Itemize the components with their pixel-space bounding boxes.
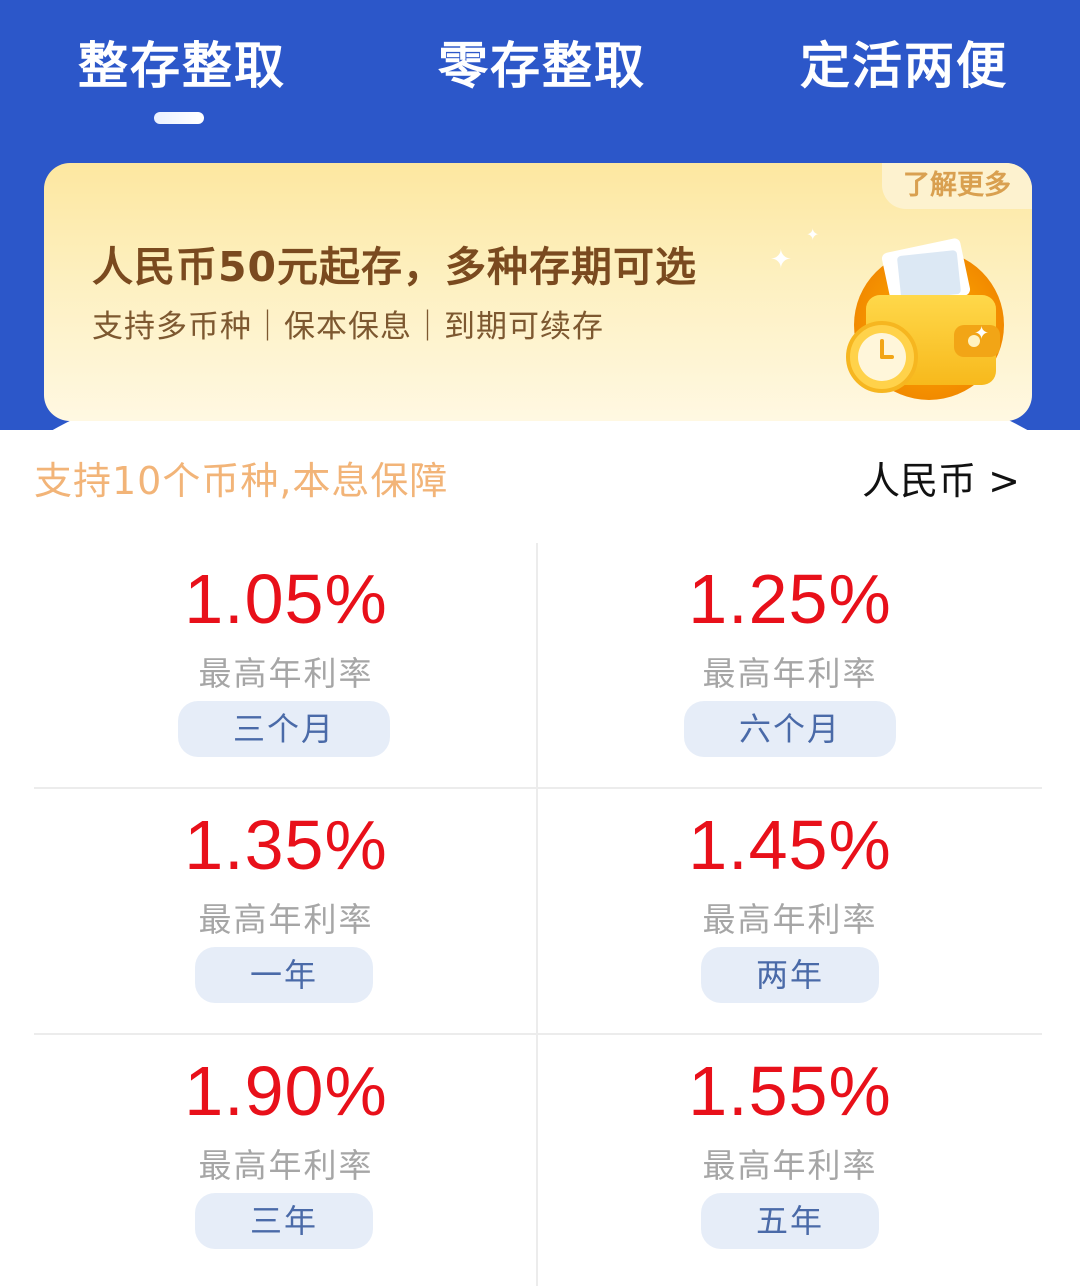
sparkle-icon: ✦: [974, 323, 990, 344]
term-badge: 两年: [701, 947, 879, 1003]
banner-subtitle: 支持多币种｜保本保息｜到期可续存: [92, 309, 604, 345]
tab-bar: 整存整取 零存整取 定活两便: [0, 0, 1080, 150]
rate-label: 最高年利率: [198, 654, 374, 693]
rate-grid: 1.05% 最高年利率 三个月 1.25% 最高年利率 六个月 1.35% 最高…: [34, 543, 1042, 1286]
learn-more-button[interactable]: 了解更多: [882, 163, 1032, 209]
rate-value: 1.45%: [688, 806, 892, 884]
rate-label: 最高年利率: [702, 654, 878, 693]
rate-label: 最高年利率: [198, 1146, 374, 1185]
wallet-icon: [804, 215, 1004, 405]
tab-flexible[interactable]: 定活两便: [800, 26, 1008, 95]
rate-card-1-year[interactable]: 1.35% 最高年利率 一年: [34, 789, 538, 1035]
active-tab-indicator: [154, 112, 204, 124]
rate-label: 最高年利率: [702, 1146, 878, 1185]
term-badge: 六个月: [684, 701, 896, 757]
rate-label: 最高年利率: [198, 900, 374, 939]
banner-title: 人民币50元起存，多种存期可选: [92, 243, 698, 291]
rate-value: 1.55%: [688, 1052, 892, 1130]
rate-label: 最高年利率: [702, 900, 878, 939]
rate-card-2-years[interactable]: 1.45% 最高年利率 两年: [538, 789, 1042, 1035]
term-badge: 一年: [195, 947, 373, 1003]
rate-value: 1.90%: [184, 1052, 388, 1130]
rate-value: 1.25%: [688, 560, 892, 638]
rate-card-3-years[interactable]: 1.90% 最高年利率 三年: [34, 1035, 538, 1281]
sparkle-icon: ✦: [806, 225, 820, 244]
term-badge: 五年: [701, 1193, 879, 1249]
sparkle-icon: ✦: [770, 245, 792, 275]
rate-card-5-years[interactable]: 1.55% 最高年利率 五年: [538, 1035, 1042, 1281]
tab-installment[interactable]: 零存整取: [438, 26, 646, 95]
tab-lump-sum[interactable]: 整存整取: [78, 26, 286, 95]
rate-value: 1.05%: [184, 560, 388, 638]
rate-card-6-months[interactable]: 1.25% 最高年利率 六个月: [538, 543, 1042, 789]
promo-banner[interactable]: 了解更多 人民币50元起存，多种存期可选 支持多币种｜保本保息｜到期可续存 ✦ …: [44, 163, 1032, 421]
term-badge: 三个月: [178, 701, 390, 757]
rate-card-3-months[interactable]: 1.05% 最高年利率 三个月: [34, 543, 538, 789]
support-text: 支持10个币种,本息保障: [34, 459, 449, 503]
currency-selector[interactable]: 人民币 >: [862, 450, 1020, 505]
rate-value: 1.35%: [184, 806, 388, 884]
term-badge: 三年: [195, 1193, 373, 1249]
deposit-page: 整存整取 零存整取 定活两便 了解更多 人民币50元起存，多种存期可选 支持多币…: [0, 0, 1080, 1286]
